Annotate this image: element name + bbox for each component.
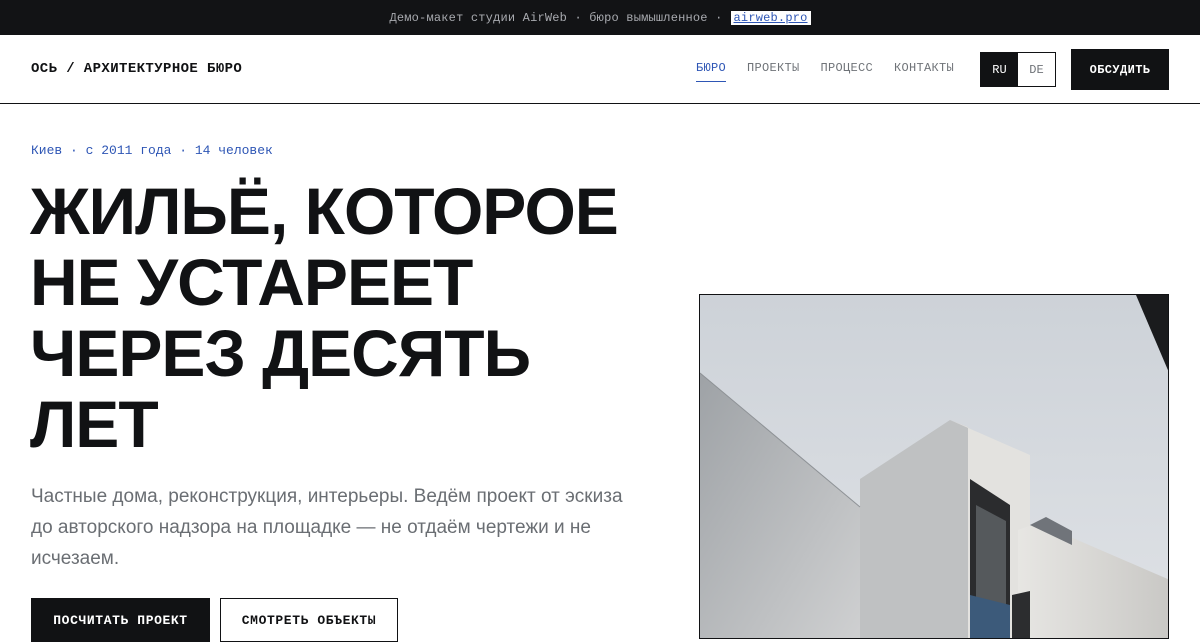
hero-lead: Частные дома, реконструкция, интерьеры. … <box>31 486 623 569</box>
demo-banner-link[interactable]: airweb.pro <box>730 10 811 25</box>
nav-item-projects[interactable]: ПРОЕКТЫ <box>747 61 800 82</box>
nav-item-bureau[interactable]: БЮРО <box>696 61 727 82</box>
main-nav: БЮРО ПРОЕКТЫ ПРОЦЕСС КОНТАКТЫ <box>696 61 975 82</box>
hero-building-photo <box>699 294 1169 639</box>
site-logo[interactable]: ОСЬ / АРХИТЕКТУРНОЕ БЮРО <box>31 61 242 77</box>
headline-line: ЧЕРЕЗ ДЕСЯТЬ <box>30 316 531 390</box>
discuss-button[interactable]: ОБСУДИТЬ <box>1071 49 1169 90</box>
lang-ru-button[interactable]: RU <box>981 53 1018 86</box>
lang-de-button[interactable]: DE <box>1018 53 1055 86</box>
nav-item-process[interactable]: ПРОЦЕСС <box>821 61 874 82</box>
nav-item-contacts[interactable]: КОНТАКТЫ <box>894 61 954 82</box>
building-illustration <box>700 295 1168 638</box>
headline-line: ЛЕТ <box>30 387 159 461</box>
demo-banner: Демо-макет студии AirWeb · бюро вымышлен… <box>0 0 1200 35</box>
hero-headline: ЖИЛЬЁ, КОТОРОЕ НЕ УСТАРЕЕТ ЧЕРЕЗ ДЕСЯТЬ … <box>30 176 690 460</box>
hero-meta: Киев · с 2011 года · 14 человек <box>31 143 273 158</box>
demo-banner-text: Демо-макет студии AirWeb · бюро вымышлен… <box>389 10 723 25</box>
site-header: ОСЬ / АРХИТЕКТУРНОЕ БЮРО БЮРО ПРОЕКТЫ ПР… <box>0 35 1200 104</box>
view-objects-button[interactable]: СМОТРЕТЬ ОБЪЕКТЫ <box>220 598 398 642</box>
calculate-project-button[interactable]: ПОСЧИТАТЬ ПРОЕКТ <box>31 598 210 642</box>
language-switcher: RU DE <box>980 52 1056 87</box>
headline-line: ЖИЛЬЁ, КОТОРОЕ <box>30 174 619 248</box>
headline-line: НЕ УСТАРЕЕТ <box>30 245 473 319</box>
